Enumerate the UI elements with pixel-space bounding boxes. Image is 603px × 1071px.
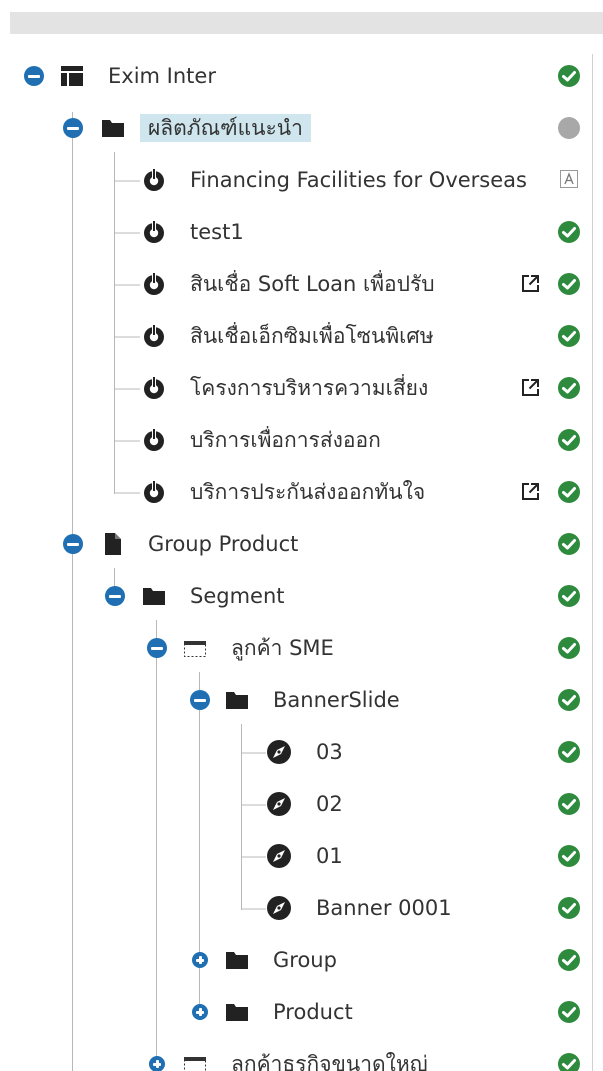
section-icon	[184, 641, 206, 657]
compass-icon	[267, 896, 291, 920]
tree-node[interactable]: สินเชื่อ Soft Loan เพื่อปรับ	[0, 258, 603, 310]
external-link-icon[interactable]	[520, 377, 541, 398]
document-icon	[105, 533, 121, 555]
folder-icon	[143, 588, 165, 605]
tree-node-label: สินเชื่อเอ็กซิมเพื่อโซนพิเศษ	[190, 324, 434, 348]
published-check-icon	[558, 689, 580, 711]
folder-icon	[226, 952, 248, 969]
published-check-icon	[558, 1001, 580, 1023]
tree-node-label: สินเชื่อ Soft Loan เพื่อปรับ	[190, 272, 435, 296]
published-check-icon	[558, 741, 580, 763]
tree-node[interactable]: ลูกค้า SME	[0, 622, 603, 674]
tree-node-label: BannerSlide	[273, 688, 400, 712]
published-check-icon	[558, 65, 580, 87]
tree-node-label: Product	[273, 1000, 353, 1024]
collapse-toggle-icon[interactable]	[190, 690, 210, 710]
tree-node-label: 01	[316, 844, 343, 868]
tree-node-label: ลูกค้า SME	[231, 636, 334, 660]
tree-node[interactable]: ผลิตภัณฑ์แนะนำ	[0, 102, 603, 154]
folder-icon	[102, 120, 124, 137]
published-check-icon	[558, 949, 580, 971]
tree-node-label: Exim Inter	[108, 64, 216, 88]
power-icon	[144, 428, 164, 451]
published-check-icon	[558, 533, 580, 555]
published-check-icon	[558, 481, 580, 503]
tree-node[interactable]: BannerSlide	[0, 674, 603, 726]
tree-node[interactable]: 03	[0, 726, 603, 778]
unpublished-dot-icon	[558, 117, 580, 139]
collapse-toggle-icon[interactable]	[63, 118, 83, 138]
published-check-icon	[558, 221, 580, 243]
power-icon	[144, 324, 164, 347]
compass-icon	[267, 740, 291, 764]
tree-node-label: Segment	[190, 584, 285, 608]
tree-node[interactable]: Exim Inter	[0, 50, 603, 102]
published-check-icon	[558, 325, 580, 347]
expand-toggle-icon[interactable]	[192, 1004, 208, 1020]
published-check-icon	[558, 377, 580, 399]
compass-icon	[267, 792, 291, 816]
panel-divider	[592, 54, 593, 1071]
published-check-icon	[558, 793, 580, 815]
section-icon	[184, 1057, 206, 1071]
expand-toggle-icon[interactable]	[192, 952, 208, 968]
tree-node[interactable]: สินเชื่อเอ็กซิมเพื่อโซนพิเศษ	[0, 310, 603, 362]
tree-node[interactable]: 02	[0, 778, 603, 830]
power-icon	[144, 480, 164, 503]
layout-icon	[61, 66, 83, 86]
tree-node[interactable]: Banner 0001	[0, 882, 603, 934]
tree-node[interactable]: Product	[0, 986, 603, 1038]
tree-node-label: ผลิตภัณฑ์แนะนำ	[140, 114, 311, 142]
power-icon	[144, 168, 164, 191]
power-icon	[144, 220, 164, 243]
tree-node-label: Financing Facilities for Overseas	[190, 168, 527, 192]
tree-node[interactable]: โครงการบริหารความเสี่ยง	[0, 362, 603, 414]
tree-node-label: Banner 0001	[316, 896, 452, 920]
tree-node[interactable]: Group Product	[0, 518, 603, 570]
tree-node[interactable]: Group	[0, 934, 603, 986]
published-check-icon	[558, 637, 580, 659]
power-icon	[144, 376, 164, 399]
published-check-icon	[558, 429, 580, 451]
external-link-icon[interactable]	[520, 481, 541, 502]
collapse-toggle-icon[interactable]	[147, 638, 167, 658]
published-check-icon	[558, 273, 580, 295]
compass-icon	[267, 844, 291, 868]
tree-node-label: โครงการบริหารความเสี่ยง	[190, 376, 429, 400]
tree-node-label: Group	[273, 948, 337, 972]
tree-node-label: test1	[190, 220, 244, 244]
language-badge-icon	[560, 170, 578, 188]
tree-node-label: 02	[316, 792, 343, 816]
collapse-toggle-icon[interactable]	[24, 66, 44, 86]
tree-node[interactable]: 01	[0, 830, 603, 882]
tree-node-label: Group Product	[148, 532, 299, 556]
folder-icon	[226, 692, 248, 709]
tree-node[interactable]: บริการเพื่อการส่งออก	[0, 414, 603, 466]
published-check-icon	[558, 1053, 580, 1071]
collapse-toggle-icon[interactable]	[63, 534, 83, 554]
published-check-icon	[558, 845, 580, 867]
folder-icon	[226, 1004, 248, 1021]
tree-node-label: บริการประกันส่งออกทันใจ	[190, 480, 426, 504]
tree-node[interactable]: บริการประกันส่งออกทันใจ	[0, 466, 603, 518]
tree-node[interactable]: Segment	[0, 570, 603, 622]
external-link-icon[interactable]	[520, 273, 541, 294]
collapse-toggle-icon[interactable]	[105, 586, 125, 606]
published-check-icon	[558, 585, 580, 607]
tree-node-label: ลูกค้าธุรกิจขนาดใหญ่	[231, 1052, 428, 1071]
expand-toggle-icon[interactable]	[149, 1056, 165, 1071]
tree-node-label: บริการเพื่อการส่งออก	[190, 428, 381, 452]
published-check-icon	[558, 897, 580, 919]
power-icon	[144, 272, 164, 295]
tree-node-label: 03	[316, 740, 343, 764]
tree-node[interactable]: Financing Facilities for Overseas	[0, 154, 603, 206]
tree-node[interactable]: test1	[0, 206, 603, 258]
tree-node[interactable]: ลูกค้าธุรกิจขนาดใหญ่	[0, 1038, 603, 1071]
